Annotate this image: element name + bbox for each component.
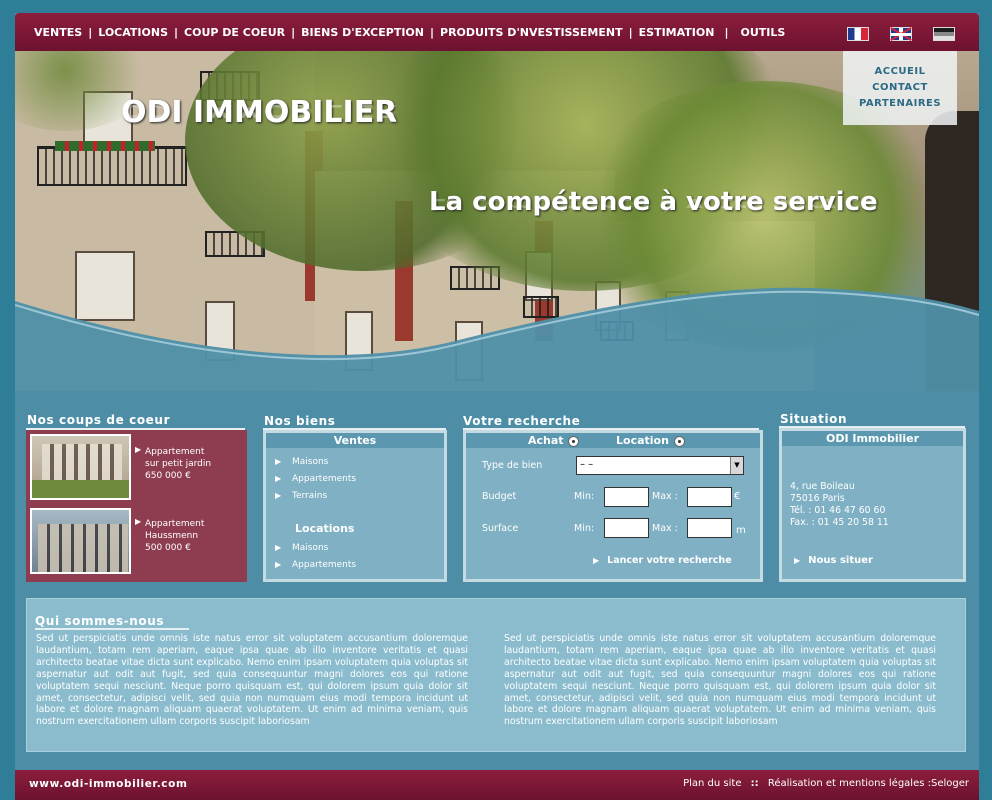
nous-situer-link[interactable]: ▶ Nous situer	[794, 555, 873, 566]
nav-separator: |	[291, 26, 296, 39]
nav-produits-investissement[interactable]: PRODUITS D'NVESTISSEMENT	[440, 26, 623, 39]
nav-locations[interactable]: LOCATIONS	[98, 26, 168, 39]
biens-title: Nos biens	[264, 414, 336, 428]
situation-header: ODI Immobilier	[782, 431, 963, 446]
biens-locations-maisons[interactable]: ▶ Maisons	[275, 543, 328, 553]
hero-wave-shape	[15, 287, 979, 391]
surface-unit-label: m	[736, 525, 746, 536]
budget-min-label: Min:	[574, 491, 595, 502]
coeur-panel: ▶ Appartement sur petit jardin 650 000 €…	[26, 430, 247, 582]
flag-uk-icon[interactable]	[890, 26, 912, 42]
menu-contact[interactable]: CONTACT	[843, 80, 957, 96]
footer: www.odi-immobilier.com Plan du site :: R…	[15, 770, 979, 800]
site-logo-reflection: ODI IMMOBILIER	[121, 100, 398, 121]
budget-max-input[interactable]	[687, 487, 732, 507]
biens-panel: Ventes ▶ Maisons ▶ Appartements ▶ Terrains …	[263, 430, 447, 582]
nav-ventes[interactable]: VENTES	[34, 26, 82, 39]
recherche-title: Votre recherche	[463, 414, 581, 428]
coeur-title: Nos coups de coeur	[27, 413, 171, 427]
biens-locations-appartements[interactable]: ▶ Appartements	[275, 560, 356, 570]
qui-paragraph-2: Sed ut perspiciatis unde omnis iste natu…	[504, 633, 936, 728]
side-menu: ACCUEIL CONTACT PARTENAIRES	[843, 51, 957, 125]
achat-label: Achat	[528, 434, 564, 447]
arrow-right-icon: ▶	[135, 517, 142, 526]
biens-ventes-header: Ventes	[266, 433, 444, 448]
qui-title: Qui sommes-nous	[35, 614, 165, 628]
footer-links: Plan du site :: Réalisation et mentions …	[683, 778, 969, 789]
nav-biens-exception[interactable]: BIENS D'EXCEPTION	[301, 26, 424, 39]
location-label: Location	[616, 434, 669, 447]
budget-max-label: Max :	[652, 491, 678, 502]
nav-separator: |	[429, 26, 435, 39]
biens-locations-header: Locations	[295, 522, 355, 535]
qui-paragraph-1: Sed ut perspiciatis unde omnis iste natu…	[36, 633, 468, 728]
budget-label: Budget	[482, 491, 517, 502]
coeur-item-2[interactable]: ▶ Appartement Haussmenn 500 000 €	[135, 517, 204, 554]
situation-panel: ODI Immobilier 4, rue Boileau 75016 Pari…	[779, 428, 966, 582]
coeur-thumb-2[interactable]	[30, 508, 131, 574]
nav-separator: |	[174, 26, 179, 39]
footer-plan-du-site[interactable]: Plan du site	[683, 778, 741, 789]
nav-estimation[interactable]: ESTIMATION	[639, 26, 715, 39]
footer-separator: ::	[750, 778, 759, 789]
hero-banner: ODI IMMOBILIER ODI IMMOBILIER La compéte…	[15, 51, 979, 391]
budget-min-input[interactable]	[604, 487, 649, 507]
arrow-right-icon: ▶	[593, 556, 600, 565]
coeur-item-1[interactable]: ▶ Appartement sur petit jardin 650 000 €	[135, 445, 211, 482]
main-nav: VENTES | LOCATIONS | COUP DE COEUR | BIE…	[34, 26, 785, 39]
situation-address: 4, rue Boileau 75016 Paris Tél. : 01 46 …	[790, 481, 889, 528]
situation-title: Situation	[780, 412, 848, 426]
footer-mentions-legales[interactable]: Réalisation et mentions légales :Seloger	[768, 778, 969, 789]
location-radio[interactable]	[674, 436, 685, 447]
type-bien-select[interactable]: – – ▼	[576, 456, 744, 475]
recherche-mode-header	[466, 433, 760, 448]
surface-label: Surface	[482, 523, 519, 534]
lancer-recherche-button[interactable]: ▶ Lancer votre recherche	[593, 555, 732, 566]
currency-label: €	[734, 491, 741, 502]
nav-separator: |	[724, 26, 729, 39]
type-bien-label: Type de bien	[482, 460, 543, 471]
coeur-thumb-1[interactable]	[30, 434, 131, 500]
menu-accueil[interactable]: ACCUEIL	[843, 64, 957, 80]
surface-min-input[interactable]	[604, 518, 649, 538]
flag-fr-icon[interactable]	[847, 27, 869, 41]
biens-ventes-appartements[interactable]: ▶ Appartements	[275, 474, 356, 484]
surface-min-label: Min:	[574, 523, 595, 534]
flag-de-icon[interactable]	[933, 27, 955, 41]
hero-slogan-reflection: La compétence à votre service	[429, 195, 878, 213]
menu-partenaires[interactable]: PARTENAIRES	[843, 96, 957, 112]
achat-radio[interactable]	[568, 436, 579, 447]
surface-max-label: Max :	[652, 523, 678, 534]
nav-separator: |	[628, 26, 633, 39]
nav-coup-de-coeur[interactable]: COUP DE COEUR	[184, 26, 285, 39]
qui-sommes-nous-panel: Qui sommes-nous Sed ut perspiciatis unde…	[26, 598, 966, 752]
chevron-down-icon[interactable]: ▼	[730, 457, 743, 474]
footer-site-url[interactable]: www.odi-immobilier.com	[29, 778, 187, 790]
biens-ventes-maisons[interactable]: ▶ Maisons	[275, 457, 328, 467]
recherche-panel: Achat Location Type de bien – – ▼ Budget…	[463, 430, 763, 582]
top-navigation-bar: VENTES | LOCATIONS | COUP DE COEUR | BIE…	[15, 13, 979, 51]
nav-outils[interactable]: OUTILS	[740, 26, 785, 39]
nav-separator: |	[88, 26, 93, 39]
arrow-right-icon: ▶	[135, 445, 142, 454]
arrow-right-icon: ▶	[794, 556, 801, 565]
surface-max-input[interactable]	[687, 518, 732, 538]
biens-ventes-terrains[interactable]: ▶ Terrains	[275, 491, 327, 501]
qui-title-underline	[35, 628, 189, 630]
